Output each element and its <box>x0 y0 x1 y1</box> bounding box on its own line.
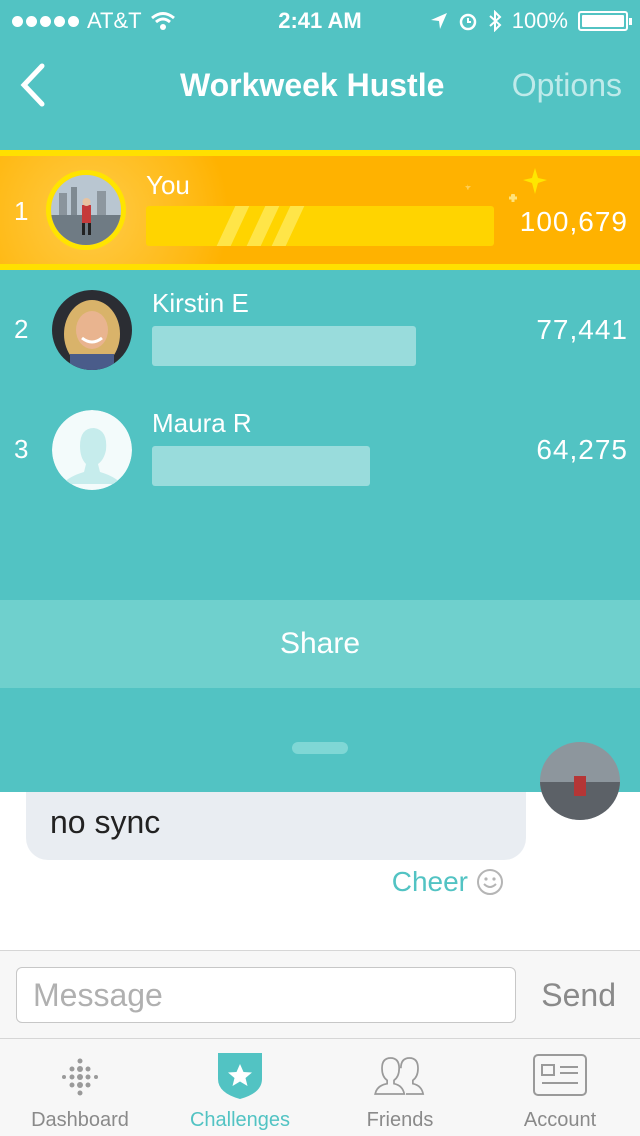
battery-icon <box>578 11 632 31</box>
progress-bar <box>152 446 370 486</box>
location-arrow-icon <box>430 13 447 29</box>
dashboard-icon <box>62 1058 98 1096</box>
account-card-icon <box>533 1054 587 1096</box>
page-title: Workweek Hustle <box>180 67 445 103</box>
share-button[interactable]: Share <box>0 600 640 688</box>
cheer-label: Cheer <box>391 866 468 897</box>
rank-number: 1 <box>14 196 29 226</box>
friends-icon <box>374 1057 425 1095</box>
participant-name: Kirstin E <box>152 288 249 318</box>
step-count: 64,275 <box>536 434 628 465</box>
bluetooth-icon <box>489 10 502 32</box>
options-button[interactable]: Options <box>512 67 622 104</box>
leaderboard-row[interactable]: 3 Maura R 64,275 <box>0 390 640 510</box>
tab-label: Dashboard <box>31 1109 129 1131</box>
challenges-star-icon <box>218 1053 262 1099</box>
send-button[interactable]: Send <box>541 977 616 1014</box>
avatar[interactable] <box>540 742 620 820</box>
challenge-panel: AT&T 2:41 AM 100% Workweek Hustle Option… <box>0 0 640 792</box>
tab-challenges[interactable]: Challenges <box>160 1039 320 1136</box>
rank-number: 2 <box>14 314 29 344</box>
tab-bar: Dashboard Challenges Friends Account <box>0 1038 640 1136</box>
status-bar: AT&T 2:41 AM 100% <box>0 0 640 40</box>
battery-percent: 100% <box>511 8 568 33</box>
tab-label: Account <box>523 1109 597 1131</box>
message-composer: Send <box>0 950 640 1038</box>
default-avatar-icon <box>52 410 132 490</box>
rank-number: 3 <box>14 434 29 464</box>
message-input[interactable] <box>16 967 516 1023</box>
leaderboard-row[interactable]: 2 Kirstin E 77,441 <box>0 270 640 390</box>
tab-dashboard[interactable]: Dashboard <box>0 1039 160 1136</box>
tab-account[interactable]: Account <box>480 1039 640 1136</box>
step-count: 100,679 <box>519 206 628 237</box>
tab-label: Challenges <box>189 1109 291 1131</box>
step-count: 77,441 <box>536 314 628 345</box>
progress-bar <box>152 326 416 366</box>
alarm-icon <box>459 13 476 31</box>
message-text: no sync <box>50 804 161 840</box>
chat-message: no sync <box>26 792 526 860</box>
cheer-button[interactable]: Cheer <box>392 866 504 898</box>
participant-name: Maura R <box>152 408 252 438</box>
tab-label: Friends <box>366 1109 434 1131</box>
avatar <box>46 170 126 250</box>
avatar <box>52 290 132 370</box>
drag-handle[interactable] <box>292 742 348 754</box>
participant-name: You <box>146 170 190 200</box>
back-chevron-icon[interactable] <box>14 60 54 110</box>
leaderboard-row-you[interactable]: 1 You 100,679 <box>0 150 640 270</box>
tab-friends[interactable]: Friends <box>320 1039 480 1136</box>
smiley-icon <box>477 869 503 895</box>
nav-bar: Workweek Hustle Options <box>0 50 640 120</box>
progress-bar <box>146 206 494 246</box>
